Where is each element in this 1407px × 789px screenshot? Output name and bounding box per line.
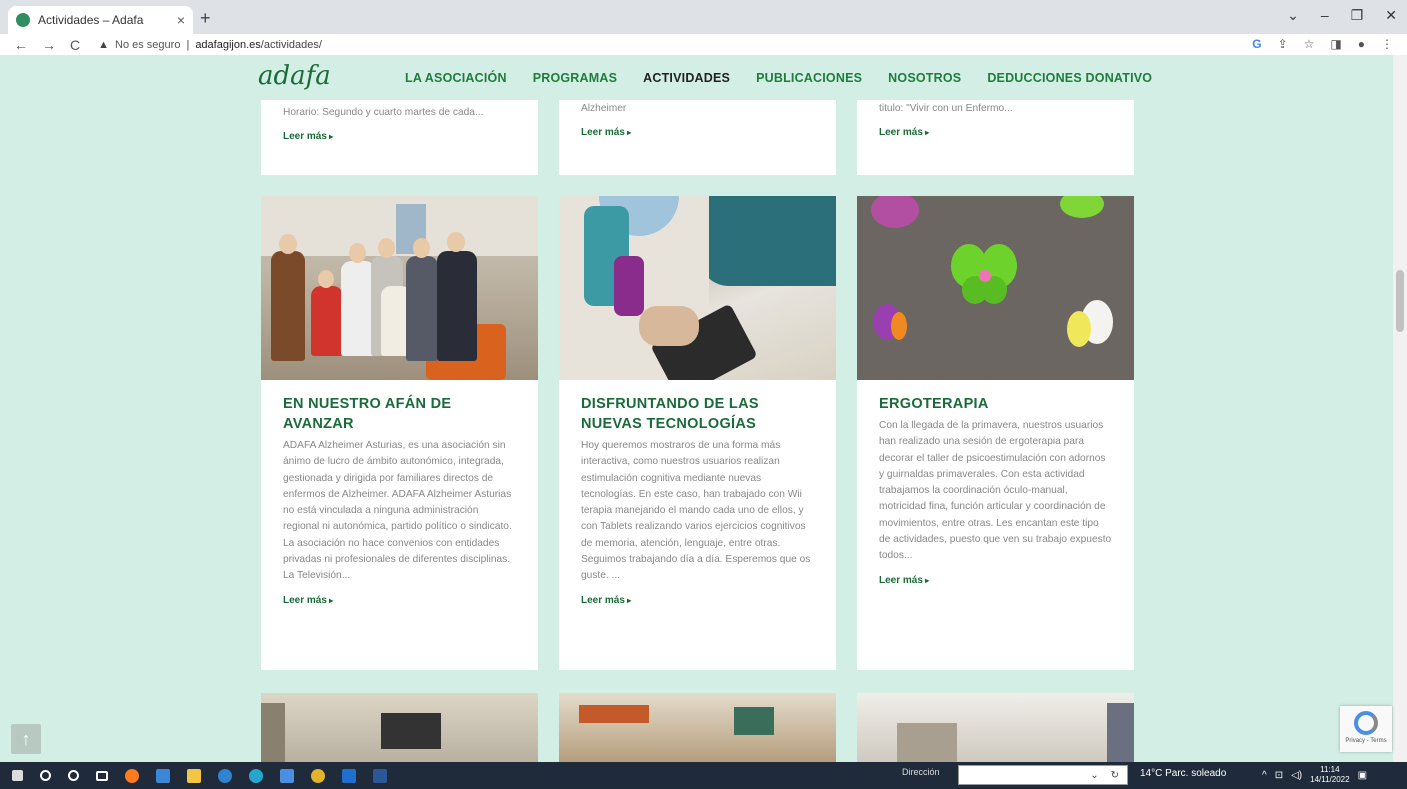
- read-more-link[interactable]: Leer más: [879, 127, 929, 138]
- close-window-button[interactable]: ✕: [1385, 7, 1397, 24]
- toolbar-actions: G ⇪ ☆ ◨ ● ⋮: [1252, 37, 1393, 51]
- file-explorer-icon[interactable]: [187, 768, 201, 783]
- activity-card-2: DISFRUNTANDO DE LAS NUEVAS TECNOLOGÍAS H…: [559, 196, 836, 670]
- chrome-icon[interactable]: [311, 768, 325, 783]
- menu-item-nosotros[interactable]: NOSOTROS: [888, 71, 961, 85]
- read-more-link[interactable]: Leer más: [581, 595, 631, 606]
- volume-icon[interactable]: ◁): [1291, 770, 1302, 781]
- edge-icon[interactable]: [249, 768, 263, 783]
- menu-item-programas[interactable]: PROGRAMAS: [533, 71, 617, 85]
- recaptcha-icon: [1354, 711, 1378, 735]
- bookmark-star-icon[interactable]: ☆: [1304, 37, 1315, 51]
- side-panel-icon[interactable]: ◨: [1330, 37, 1341, 51]
- windows-taskbar: Dirección ⌄ ↻ 14°C Parc. soleado ^ ⊡ ◁) …: [0, 762, 1407, 789]
- close-tab-icon[interactable]: ×: [177, 12, 185, 28]
- start-icon[interactable]: [12, 770, 23, 781]
- address-toolbar-label: Dirección: [902, 767, 940, 777]
- menu-item-asociacion[interactable]: LA ASOCIACIÓN: [405, 71, 507, 85]
- clock-date: 14/11/2022: [1310, 775, 1350, 784]
- notifications-icon[interactable]: ▣: [1358, 770, 1367, 781]
- read-more-link[interactable]: Leer más: [879, 575, 929, 586]
- tray-chevron-icon[interactable]: ^: [1262, 770, 1267, 781]
- clock-time: 11:14: [1320, 765, 1340, 774]
- card-title[interactable]: ERGOTERAPIA: [879, 394, 1112, 414]
- firefox-icon[interactable]: [125, 768, 139, 783]
- url-domain: adafagijon.es: [195, 38, 261, 51]
- site-logo[interactable]: adafa: [258, 61, 331, 91]
- card-photo-hall[interactable]: [857, 693, 1134, 762]
- menu-kebab-icon[interactable]: ⋮: [1381, 37, 1393, 51]
- top-card-text: Alzheimer: [581, 103, 627, 114]
- ie-icon[interactable]: [218, 768, 232, 783]
- address-divider: |: [186, 38, 190, 51]
- tab-title: Actividades – Adafa: [38, 13, 144, 27]
- weather-widget[interactable]: 14°C Parc. soleado: [1140, 768, 1226, 779]
- activity-card-1: EN NUESTRO AFÁN DE AVANZAR ADAFA Alzheim…: [261, 196, 538, 670]
- google-icon[interactable]: G: [1252, 37, 1261, 51]
- reload-button[interactable]: C: [70, 37, 80, 53]
- url-path: /actividades/: [260, 38, 322, 51]
- activity-card-3: ERGOTERAPIA Con la llegada de la primave…: [857, 196, 1134, 670]
- browser-tab[interactable]: Actividades – Adafa ×: [8, 6, 193, 34]
- warning-icon: ▲: [98, 38, 110, 51]
- recaptcha-text: Privacy - Terms: [1345, 738, 1387, 744]
- window-controls: ⌄ – ❐ ✕: [1287, 7, 1397, 24]
- back-button[interactable]: ←: [14, 37, 28, 53]
- word-icon[interactable]: [373, 768, 387, 783]
- card-excerpt: Hoy queremos mostraros de una forma más …: [581, 440, 811, 582]
- minimize-button[interactable]: –: [1321, 7, 1329, 24]
- outlook-icon[interactable]: [342, 768, 356, 783]
- read-more-link[interactable]: Leer más: [283, 595, 333, 606]
- scroll-to-top-button[interactable]: ↑: [11, 724, 41, 754]
- card-photo-tablet[interactable]: [559, 196, 836, 380]
- recaptcha-badge[interactable]: Privacy - Terms: [1340, 706, 1392, 752]
- browser-toolbar: ← → C ▲ No es seguro | adafagijon.es/act…: [0, 34, 1407, 55]
- url-text[interactable]: adafagijon.es/actividades/: [195, 39, 322, 51]
- new-tab-button[interactable]: +: [200, 8, 211, 29]
- task-view-icon[interactable]: [96, 770, 108, 781]
- forward-button[interactable]: →: [42, 37, 56, 53]
- go-icon[interactable]: ↻: [1111, 770, 1119, 781]
- system-tray: ^ ⊡ ◁) 11:14 14/11/2022 ▣: [1262, 765, 1367, 785]
- cortana-icon[interactable]: [68, 770, 79, 781]
- taskbar-clock[interactable]: 11:14 14/11/2022: [1310, 765, 1349, 785]
- card-photo-group[interactable]: [261, 196, 538, 380]
- app-icon[interactable]: [156, 768, 170, 783]
- menu-item-publicaciones[interactable]: PUBLICACIONES: [756, 71, 862, 85]
- share-icon[interactable]: ⇪: [1278, 37, 1288, 51]
- menu-item-deducciones[interactable]: DEDUCCIONES DONATIVO: [987, 71, 1152, 85]
- site-header: adafa LA ASOCIACIÓN PROGRAMAS ACTIVIDADE…: [0, 55, 1393, 100]
- browser-tab-strip: Actividades – Adafa × + ⌄ – ❐ ✕: [0, 0, 1407, 34]
- butterfly-illustration: [871, 196, 1113, 347]
- store-icon[interactable]: [280, 768, 294, 783]
- profile-icon[interactable]: ●: [1358, 37, 1365, 51]
- menu-item-actividades[interactable]: ACTIVIDADES: [643, 71, 730, 85]
- search-icon[interactable]: [40, 770, 51, 781]
- card-title[interactable]: DISFRUNTANDO DE LAS NUEVAS TECNOLOGÍAS: [581, 394, 814, 434]
- dropdown-icon[interactable]: ⌄: [1090, 770, 1098, 781]
- card-excerpt: ADAFA Alzheimer Asturias, es una asociac…: [283, 440, 512, 582]
- address-toolbar-input[interactable]: ⌄ ↻: [958, 765, 1128, 785]
- main-menu: LA ASOCIACIÓN PROGRAMAS ACTIVIDADES PUBL…: [405, 71, 1152, 85]
- page-scrollbar[interactable]: [1393, 55, 1407, 762]
- card-title[interactable]: EN NUESTRO AFÁN DE AVANZAR: [283, 394, 516, 434]
- scrollbar-thumb[interactable]: [1396, 270, 1404, 332]
- card-photo-room-tv[interactable]: [261, 693, 538, 762]
- read-more-link[interactable]: Leer más: [283, 131, 333, 142]
- card-excerpt: Con la llegada de la primavera, nuestros…: [879, 420, 1112, 562]
- maximize-button[interactable]: ❐: [1351, 7, 1364, 24]
- read-more-link[interactable]: Leer más: [581, 127, 631, 138]
- security-label: No es seguro: [115, 38, 181, 51]
- address-bar[interactable]: ▲ No es seguro | adafagijon.es/actividad…: [98, 39, 322, 51]
- tab-search-icon[interactable]: ⌄: [1287, 7, 1299, 24]
- top-card-text: Horario: Segundo y cuarto martes de cada…: [283, 107, 484, 118]
- card-photo-butterflies[interactable]: [857, 196, 1134, 380]
- top-card-text: titulo: "Vivir con un Enfermo...: [879, 103, 1013, 114]
- network-icon[interactable]: ⊡: [1275, 770, 1283, 781]
- site-favicon-icon: [16, 13, 30, 27]
- card-photo-classroom[interactable]: [559, 693, 836, 762]
- page-viewport: Horario: Segundo y cuarto martes de cada…: [0, 55, 1393, 762]
